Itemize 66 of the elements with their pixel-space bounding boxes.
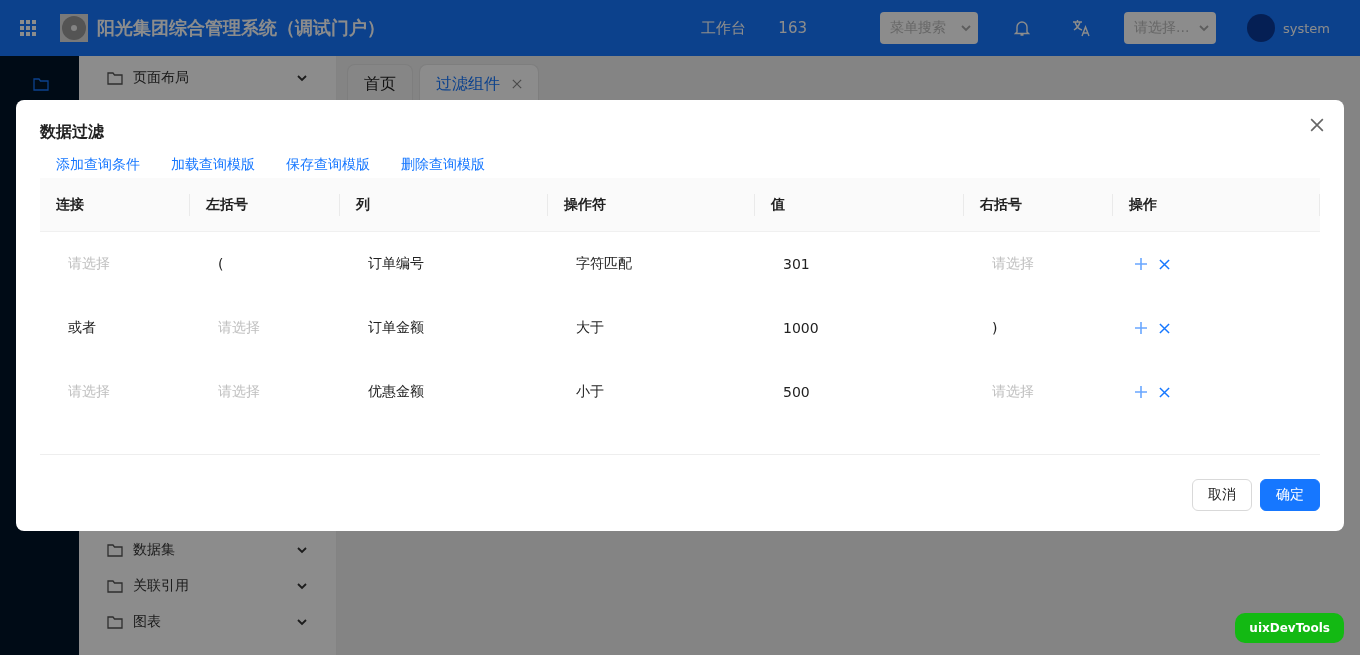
toolbar-link[interactable]: 添加查询条件 [56,156,140,174]
chevron-icon[interactable] [296,618,308,626]
toolbar-link[interactable]: 保存查询模版 [286,156,370,174]
cancel-button[interactable]: 取消 [1192,479,1252,511]
sidebar-item[interactable]: 数据集 [133,541,286,559]
cell-value: 订单金额 [368,319,424,337]
chevron-icon[interactable] [296,74,308,82]
column-header: 操作符 [548,178,755,232]
toolbar-link[interactable]: 加载查询模版 [171,156,255,174]
select-placeholder[interactable]: 请选择 [218,383,260,401]
select-placeholder[interactable]: 请选择 [68,383,110,401]
devtools-badge[interactable]: uixDevTools [1235,613,1344,643]
page-tab[interactable]: 过滤组件 [419,64,539,103]
count-text: 163 [778,19,807,37]
user-name[interactable]: system [1283,20,1330,36]
column-header: 左括号 [190,178,340,232]
column-header: 右括号 [964,178,1113,232]
select-placeholder[interactable]: 请选择 [218,319,260,337]
close-icon[interactable] [1159,258,1170,270]
folder-icon [107,71,123,85]
select-placeholder[interactable]: 请选择 [992,383,1034,401]
dialog-title: 数据过滤 [40,121,104,143]
folder-icon [107,615,123,629]
confirm-button[interactable]: 确定 [1260,479,1320,511]
folder-icon [107,543,123,557]
column-header: 列 [340,178,548,232]
chevron-down-icon [1198,24,1210,32]
app-title: 阳光集团综合管理系统（调试门户） [97,16,385,40]
translate-icon[interactable] [1072,19,1090,37]
close-icon[interactable] [1159,386,1170,398]
cell-value: 301 [783,256,810,272]
column-header: 值 [755,178,964,232]
close-icon[interactable] [512,79,522,89]
close-icon[interactable] [1159,322,1170,334]
select-placeholder[interactable]: 请选择 [68,255,110,273]
bell-icon[interactable] [1014,19,1030,37]
chevron-icon[interactable] [296,546,308,554]
disc-logo-icon [60,14,88,42]
column-header: 连接 [40,178,190,232]
cell-value: 大于 [576,319,604,337]
cell-value: 小于 [576,383,604,401]
sidebar-item[interactable]: 页面布局 [133,69,286,87]
workbench-link[interactable]: 工作台 [701,18,747,38]
cell-value: ( [218,256,224,272]
toolbar-link[interactable]: 删除查询模版 [401,156,485,174]
add-icon[interactable] [1135,386,1147,398]
page-tab[interactable]: 首页 [347,64,413,103]
cell-value: ) [992,320,998,336]
sidebar-item[interactable]: 图表 [133,613,286,631]
cell-value: 或者 [68,319,96,337]
close-icon[interactable] [1310,118,1324,132]
cell-value: 500 [783,384,810,400]
add-icon[interactable] [1135,322,1147,334]
cell-value: 字符匹配 [576,255,632,273]
chevron-icon[interactable] [296,582,308,590]
add-icon[interactable] [1135,258,1147,270]
folder-icon [33,77,49,91]
folder-icon [107,579,123,593]
select-placeholder[interactable]: 请选择 [992,255,1034,273]
chevron-down-icon [960,24,972,32]
cell-value: 优惠金额 [368,383,424,401]
cell-value: 订单编号 [368,255,424,273]
cell-value: 1000 [783,320,819,336]
column-header: 操作 [1113,178,1320,232]
apps-grid-icon[interactable] [20,20,36,36]
sidebar-item[interactable]: 关联引用 [133,577,286,595]
